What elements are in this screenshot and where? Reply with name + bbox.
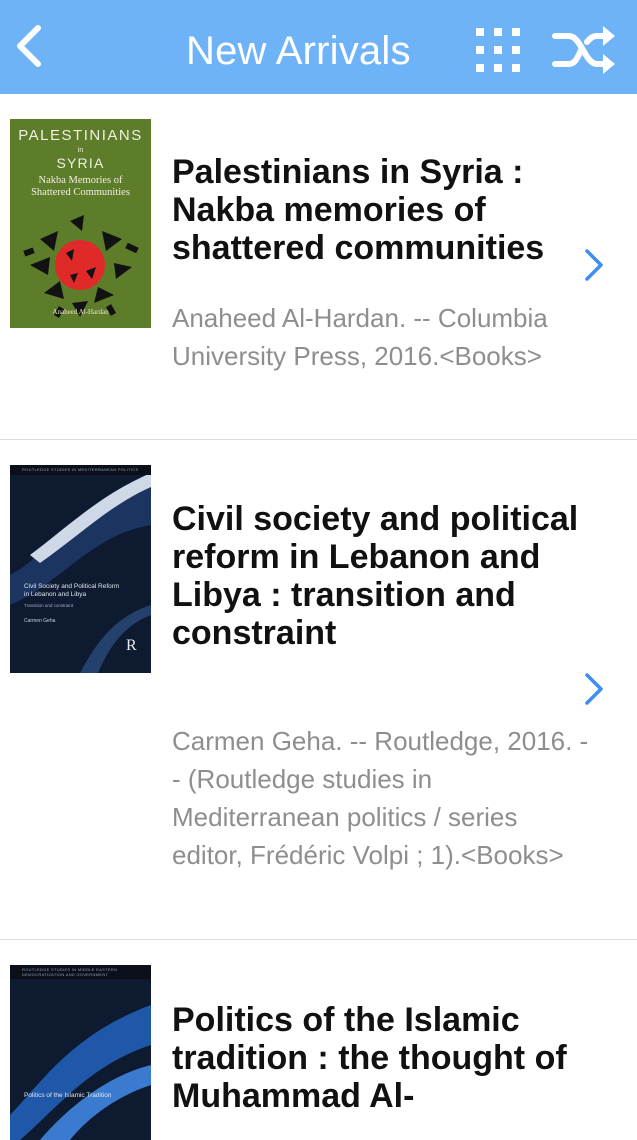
cover-art: [10, 1005, 151, 1140]
grid-icon: [476, 28, 520, 72]
book-meta: Carmen Geha. -- Routledge, 2016. -- (Rou…: [172, 726, 589, 870]
cover-author: Anaheed Al-Hardan: [52, 308, 109, 316]
cover-series: ROUTLEDGE STUDIES IN MEDITERRANEAN POLIT…: [22, 467, 139, 472]
cover-series: ROUTLEDGE STUDIES IN MIDDLE EASTERN DEMO…: [22, 967, 118, 977]
chevron-left-icon: [17, 25, 41, 67]
book-title: Politics of the Islamic tradition : the …: [172, 1001, 567, 1115]
list-item[interactable]: PALESTINIANS in SYRIA Nakba Memories of …: [0, 94, 637, 440]
cover-series-bar: ROUTLEDGE STUDIES IN MIDDLE EASTERN DEMO…: [10, 965, 151, 979]
book-list: PALESTINIANS in SYRIA Nakba Memories of …: [0, 94, 637, 1140]
grid-view-button[interactable]: [474, 26, 522, 74]
book-title: Palestinians in Syria : Nakba memories o…: [172, 153, 545, 267]
shuffle-icon: [552, 26, 615, 74]
chevron-right-icon: [585, 249, 603, 281]
book-cover: PALESTINIANS in SYRIA Nakba Memories of …: [10, 119, 151, 328]
book-title: Civil society and political reform in Le…: [172, 500, 579, 652]
book-meta: Anaheed Al-Hardan. -- Columbia Universit…: [172, 303, 548, 371]
book-cover: ROUTLEDGE STUDIES IN MEDITERRANEAN POLIT…: [10, 465, 151, 673]
cover-title: Civil Society and Political Reform in Le…: [24, 583, 120, 598]
cover-art: [23, 215, 139, 318]
list-item[interactable]: ROUTLEDGE STUDIES IN MEDITERRANEAN POLIT…: [0, 440, 637, 940]
cover-title: Politics of the Islamic Tradition: [24, 1092, 112, 1099]
cover-series-bar: ROUTLEDGE STUDIES IN MEDITERRANEAN POLIT…: [10, 465, 151, 475]
cover-subtitle: Transition and constraint: [24, 603, 74, 608]
cover-text: Nakba Memories of Shattered Communities: [31, 175, 130, 198]
page-title: New Arrivals: [186, 29, 411, 73]
shuffle-button[interactable]: [551, 24, 617, 76]
back-button[interactable]: [10, 22, 50, 70]
publisher-logo: R: [126, 637, 137, 654]
chevron-right-icon: [585, 673, 603, 705]
book-cover: ROUTLEDGE STUDIES IN MIDDLE EASTERN DEMO…: [10, 965, 151, 1140]
cover-text: in: [77, 147, 84, 154]
list-item[interactable]: ROUTLEDGE STUDIES IN MIDDLE EASTERN DEMO…: [0, 940, 637, 1140]
cover-text: PALESTINIANS: [18, 127, 143, 144]
cover-author: Carmen Geha: [24, 618, 56, 624]
nav-bar: New Arrivals: [0, 0, 637, 94]
cover-text: SYRIA: [56, 155, 105, 171]
